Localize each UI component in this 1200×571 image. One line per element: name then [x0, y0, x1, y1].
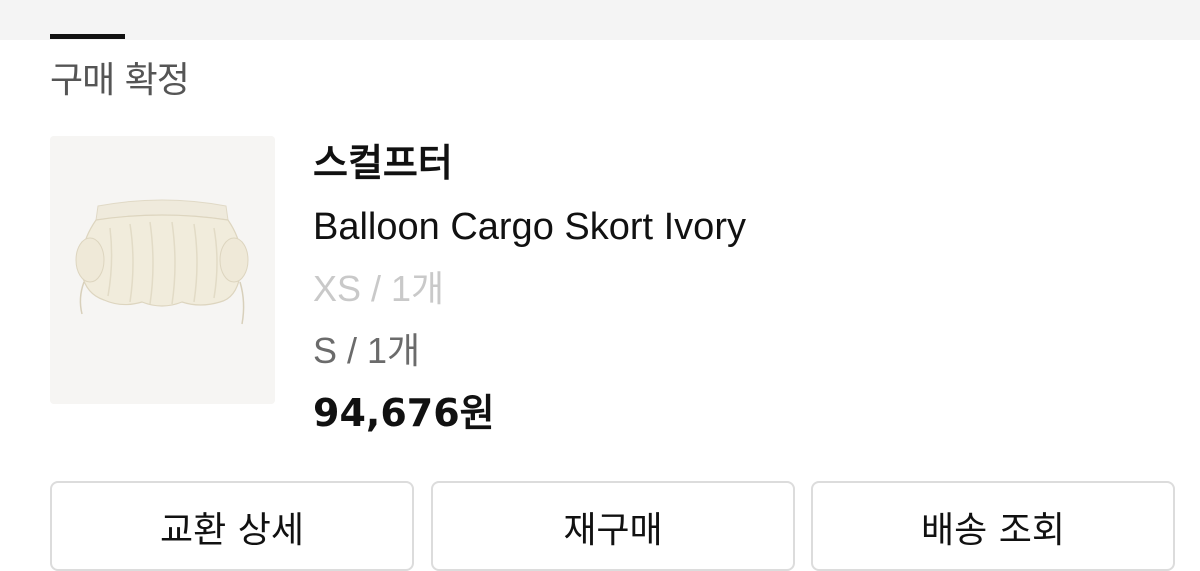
exchange-detail-button[interactable]: 교환 상세 [50, 481, 414, 571]
product-option-xs: XS / 1개 [313, 268, 445, 309]
section-indicator-bar [50, 34, 125, 39]
repurchase-button[interactable]: 재구매 [431, 481, 795, 571]
order-status-title: 구매 확정 [50, 60, 190, 101]
product-option-s: S / 1개 [313, 330, 421, 371]
track-delivery-button[interactable]: 배송 조회 [811, 481, 1175, 571]
brand-name[interactable]: 스컬프터 [313, 140, 453, 186]
product-thumbnail[interactable] [50, 136, 275, 404]
top-section-divider [0, 0, 1200, 40]
skort-product-image [50, 136, 275, 404]
product-name[interactable]: Balloon Cargo Skort Ivory [313, 204, 746, 250]
order-price: 94,676원 [313, 391, 495, 435]
